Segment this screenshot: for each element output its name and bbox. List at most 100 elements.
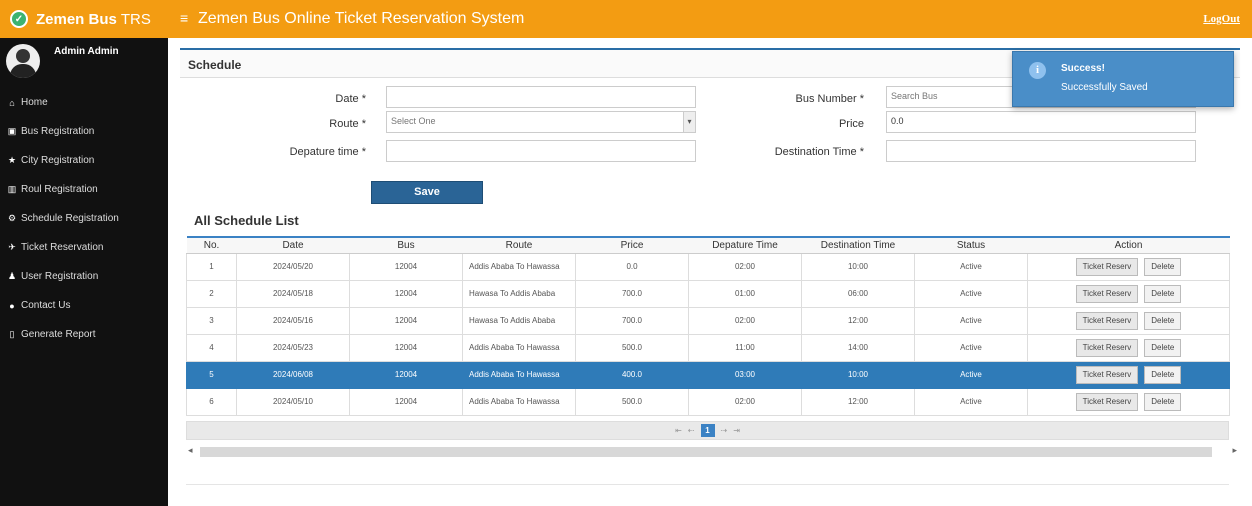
info-icon: i xyxy=(1029,62,1046,79)
delete-button[interactable]: Delete xyxy=(1144,257,1182,276)
current-page-button[interactable]: 1 xyxy=(700,424,715,437)
menu-toggle-icon[interactable]: ≡ xyxy=(180,10,188,26)
cell-price: 400.0 xyxy=(575,360,689,389)
sidebar-item-city-registration[interactable]: ★ City Registration xyxy=(0,146,168,175)
sidebar-item-schedule-registration[interactable]: ⚙ Schedule Registration xyxy=(0,204,168,233)
sidebar-item-contact-us[interactable]: ● Contact Us xyxy=(0,291,168,320)
sidebar-item-roul-registration[interactable]: ▥ Roul Registration xyxy=(0,175,168,204)
sidebar-nav: ⌂ Home ▣ Bus Registration ★ City Registration… xyxy=(0,88,168,349)
top-header: ✓ Zemen Bus TRS ≡ Zemen Bus Online Ticke… xyxy=(0,0,1252,38)
column-header[interactable]: Date xyxy=(236,236,350,254)
save-button[interactable]: Save xyxy=(371,181,483,204)
column-header[interactable]: Status xyxy=(914,236,1028,254)
ticket-reserve-button[interactable]: Ticket Reserv xyxy=(1075,392,1139,411)
star-icon: ★ xyxy=(7,155,17,165)
table-row[interactable]: 4 2024/05/23 12004 Addis Ababa To Hawassa 50… xyxy=(186,333,1230,362)
logout-link[interactable]: LogOut xyxy=(1203,13,1240,25)
sidebar-item-ticket-reservation[interactable]: ✈ Ticket Reservation xyxy=(0,233,168,262)
last-page-button[interactable]: ⇥ xyxy=(733,426,740,435)
cell-dep: 03:00 xyxy=(688,360,802,389)
table-row[interactable]: 5 2024/06/08 12004 Addis Ababa To Hawassa 40… xyxy=(186,360,1230,389)
table-row[interactable]: 6 2024/05/10 12004 Addis Ababa To Hawassa 50… xyxy=(186,387,1230,416)
cell-no: 5 xyxy=(186,360,237,389)
route-select[interactable]: Select One ▾ xyxy=(386,111,696,133)
schedule-table: No. Date Bus Route Price Depature Time Destina… xyxy=(186,236,1230,416)
chevron-down-icon[interactable]: ▾ xyxy=(683,112,695,132)
delete-button[interactable]: Delete xyxy=(1144,365,1182,384)
table-row[interactable]: 2 2024/05/18 12004 Hawasa To Addis Ababa 700… xyxy=(186,279,1230,308)
cell-status: Active xyxy=(914,360,1028,389)
date-label: Date * xyxy=(335,93,366,105)
column-header[interactable]: No. xyxy=(186,236,237,254)
sidebar-item-bus-registration[interactable]: ▣ Bus Registration xyxy=(0,117,168,146)
sidebar-item-generate-report[interactable]: ▯ Generate Report xyxy=(0,320,168,349)
cell-route: Hawasa To Addis Ababa xyxy=(462,279,576,308)
cell-date: 2024/06/08 xyxy=(236,360,350,389)
cell-dep: 02:00 xyxy=(688,387,802,416)
ticket-reserve-button[interactable]: Ticket Reserv xyxy=(1075,284,1139,303)
sidebar-item-home[interactable]: ⌂ Home xyxy=(0,88,168,117)
cell-price: 700.0 xyxy=(575,279,689,308)
column-header[interactable]: Route xyxy=(462,236,576,254)
scrollbar-thumb[interactable] xyxy=(200,447,1212,457)
table-header-row: No. Date Bus Route Price Depature Time Destina… xyxy=(186,236,1230,254)
ticket-reserve-button[interactable]: Ticket Reserv xyxy=(1075,257,1139,276)
departure-time-field[interactable] xyxy=(386,140,696,162)
cell-status: Active xyxy=(914,279,1028,308)
toast-message: Successfully Saved xyxy=(1061,82,1148,93)
toast-title: Success! xyxy=(1061,63,1105,74)
cell-action: Ticket Reserv Delete xyxy=(1027,333,1230,362)
destination-time-field[interactable] xyxy=(886,140,1196,162)
ticket-reserve-button[interactable]: Ticket Reserv xyxy=(1075,311,1139,330)
prev-page-button[interactable]: ⇠ xyxy=(688,426,695,435)
date-field[interactable] xyxy=(386,86,696,108)
horizontal-scrollbar[interactable]: ◂ ▸ xyxy=(186,444,1237,458)
cell-no: 2 xyxy=(186,279,237,308)
check-logo-icon: ✓ xyxy=(10,10,28,28)
delete-button[interactable]: Delete xyxy=(1144,392,1182,411)
next-page-button[interactable]: ⇢ xyxy=(721,426,728,435)
ticket-reserve-button[interactable]: Ticket Reserv xyxy=(1075,338,1139,357)
sidebar-item-label: Generate Report xyxy=(21,329,96,340)
user-icon: ♟ xyxy=(7,271,17,281)
scroll-right-icon[interactable]: ▸ xyxy=(1232,445,1237,456)
main-content: Schedule Date * Route * Select One ▾ Dep… xyxy=(168,38,1252,506)
route-label: Route * xyxy=(329,118,366,130)
cell-date: 2024/05/10 xyxy=(236,387,350,416)
cell-price: 0.0 xyxy=(575,252,689,281)
first-page-button[interactable]: ⇤ xyxy=(675,426,682,435)
delete-button[interactable]: Delete xyxy=(1144,311,1182,330)
price-field[interactable]: 0.0 xyxy=(886,111,1196,133)
cell-action: Ticket Reserv Delete xyxy=(1027,360,1230,389)
price-label: Price xyxy=(838,118,864,130)
delete-button[interactable]: Delete xyxy=(1144,338,1182,357)
scroll-left-icon[interactable]: ◂ xyxy=(188,445,193,456)
ticket-reserve-button[interactable]: Ticket Reserv xyxy=(1075,365,1139,384)
departure-time-label: Depature time * xyxy=(289,146,366,158)
cell-dest: 14:00 xyxy=(801,333,915,362)
app-title: Zemen Bus Online Ticket Reservation Syst… xyxy=(198,10,525,27)
column-header[interactable]: Action xyxy=(1027,236,1230,254)
column-header[interactable]: Destination Time xyxy=(801,236,915,254)
table-row[interactable]: 3 2024/05/16 12004 Hawasa To Addis Ababa 700… xyxy=(186,306,1230,335)
sidebar-item-label: Home xyxy=(21,97,48,108)
cell-date: 2024/05/23 xyxy=(236,333,350,362)
cell-bus: 12004 xyxy=(349,360,463,389)
table-row[interactable]: 1 2024/05/20 12004 Addis Ababa To Hawassa 0.… xyxy=(186,252,1230,281)
delete-button[interactable]: Delete xyxy=(1144,284,1182,303)
cell-route: Addis Ababa To Hawassa xyxy=(462,387,576,416)
column-header[interactable]: Price xyxy=(575,236,689,254)
cell-route: Hawasa To Addis Ababa xyxy=(462,306,576,335)
bus-icon: ▣ xyxy=(7,126,17,136)
divider xyxy=(186,484,1229,485)
cell-date: 2024/05/20 xyxy=(236,252,350,281)
cell-dep: 11:00 xyxy=(688,333,802,362)
column-header[interactable]: Bus xyxy=(349,236,463,254)
chat-icon: ● xyxy=(9,300,15,311)
bus-number-label: Bus Number * xyxy=(795,93,864,105)
success-toast[interactable]: i Success! Successfully Saved xyxy=(1012,51,1234,107)
sidebar-item-user-registration[interactable]: ♟ User Registration xyxy=(0,262,168,291)
cell-action: Ticket Reserv Delete xyxy=(1027,306,1230,335)
column-header[interactable]: Depature Time xyxy=(688,236,802,254)
brand[interactable]: ✓ Zemen Bus TRS xyxy=(0,0,168,38)
